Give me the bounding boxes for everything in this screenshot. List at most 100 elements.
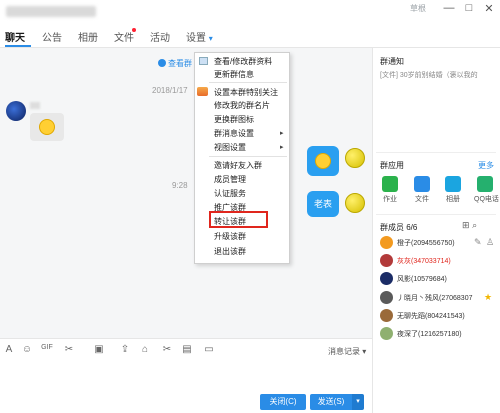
- list-item[interactable]: 丿晓月丶残风(27068307 ★: [380, 291, 495, 305]
- minimize-button[interactable]: —: [440, 2, 458, 14]
- avatar: [380, 327, 393, 340]
- folder-icon: [414, 176, 430, 192]
- menu-item-update-info[interactable]: 更新群信息: [214, 69, 254, 80]
- sender-name: [30, 102, 40, 109]
- list-item[interactable]: 灰灰(347033714): [380, 254, 495, 268]
- avatar: [380, 291, 393, 304]
- title-bar: 草根 — □ ✕: [0, 0, 500, 22]
- member-name: 夜深了(1216257180): [397, 331, 462, 338]
- edit-icon[interactable]: ✎: [474, 237, 482, 248]
- member-name: 橙子(2094556750): [397, 240, 455, 247]
- emoji-picker-icon[interactable]: ☺: [20, 344, 34, 355]
- emoji-icon: [39, 119, 55, 135]
- view-group-link[interactable]: 查看群: [158, 58, 192, 69]
- maximize-button[interactable]: □: [460, 2, 478, 14]
- avatar: [380, 272, 393, 285]
- menu-item-view-settings[interactable]: 视图设置: [214, 142, 246, 153]
- member-name: 无聊先蹈(804241543): [397, 313, 465, 320]
- members-tools: ⊞ ⌕: [462, 220, 477, 231]
- image-icon[interactable]: ▣: [92, 344, 106, 355]
- send-options-icon[interactable]: ▾: [352, 394, 364, 410]
- tab-settings[interactable]: 设置 ▾: [186, 29, 213, 44]
- group-title: [6, 6, 96, 17]
- photo-icon: [445, 176, 461, 192]
- member-name: 风影(10579684): [397, 276, 447, 283]
- list-item[interactable]: 风影(10579684): [380, 272, 495, 286]
- menu-item-special-attention[interactable]: 设置本群特别关注: [214, 87, 278, 98]
- menu-item-message-settings[interactable]: 群消息设置: [214, 128, 254, 139]
- message-bubble: [30, 113, 64, 141]
- close-button[interactable]: 关闭(C): [260, 394, 306, 410]
- app-label: 相册: [446, 196, 460, 203]
- avatar[interactable]: [6, 101, 26, 121]
- menu-divider: [209, 82, 287, 83]
- app-label: 作业: [383, 196, 397, 203]
- submenu-arrow-icon: ▸: [280, 130, 284, 137]
- menu-item-view-edit-profile[interactable]: 查看/修改群资料: [214, 56, 272, 67]
- list-item[interactable]: 无聊先蹈(804241543): [380, 309, 495, 323]
- app-label: 文件: [415, 196, 429, 203]
- message-timestamp: 9:28: [172, 181, 188, 190]
- app-qq-phone[interactable]: QQ电话: [474, 176, 499, 204]
- members-title: 群成员 6/6: [380, 223, 418, 232]
- list-item[interactable]: 橙子(2094556750) ✎ ♙: [380, 236, 495, 250]
- avatar[interactable]: [345, 193, 365, 213]
- group-notice-text[interactable]: [文件] 30岁前别结婚（褒以我的: [380, 70, 478, 80]
- tab-announcement[interactable]: 公告: [42, 29, 62, 44]
- menu-item-verification[interactable]: 认证服务: [214, 188, 246, 199]
- tab-activity[interactable]: 活动: [150, 29, 170, 44]
- active-tab-indicator: [5, 45, 31, 47]
- user-label: 草根: [410, 4, 426, 13]
- message-record-button[interactable]: 消息记录 ▾: [328, 346, 366, 357]
- more-icon[interactable]: ▭: [202, 344, 216, 355]
- tab-album[interactable]: 相册: [78, 29, 98, 44]
- save-icon[interactable]: ▤: [180, 344, 194, 355]
- apps-more-link[interactable]: 更多: [478, 160, 494, 171]
- group-profile-icon: [199, 57, 208, 65]
- member-name: 灰灰(347033714): [397, 258, 451, 265]
- gif-icon[interactable]: GIF: [40, 344, 54, 351]
- owner-star-icon: ★: [484, 292, 493, 302]
- app-homework[interactable]: 作业: [379, 176, 401, 204]
- menu-item-upgrade[interactable]: 升级该群: [214, 231, 246, 242]
- group-apps-title: 群应用: [380, 161, 404, 170]
- menu-item-edit-card[interactable]: 修改我的群名片: [214, 100, 270, 111]
- menu-item-quit[interactable]: 退出该群: [214, 246, 246, 257]
- chevron-down-icon: ▾: [208, 34, 213, 43]
- avatar: [380, 236, 393, 249]
- message-bubble: 老表: [307, 191, 339, 217]
- tab-files[interactable]: 文件: [114, 29, 134, 44]
- message-bubble: [307, 146, 339, 176]
- gift-icon[interactable]: ⌂: [138, 344, 152, 355]
- homework-icon: [382, 176, 398, 192]
- list-item[interactable]: 夜深了(1216257180): [380, 327, 495, 341]
- search-icon[interactable]: ⌕: [472, 220, 477, 230]
- group-notice-title: 群通知: [380, 57, 404, 66]
- menu-item-member-management[interactable]: 成员管理: [214, 174, 246, 185]
- info-icon: [158, 59, 166, 67]
- submenu-arrow-icon: ▸: [280, 144, 284, 151]
- add-member-icon[interactable]: ⊞: [462, 220, 470, 230]
- tab-bar: 聊天 公告 相册 文件 活动 设置 ▾: [0, 26, 500, 48]
- avatar[interactable]: [345, 148, 365, 168]
- font-icon[interactable]: A: [2, 344, 16, 355]
- phone-icon: [477, 176, 493, 192]
- new-file-dot: [132, 28, 136, 32]
- menu-divider: [209, 156, 287, 157]
- emoji-icon: [315, 153, 331, 169]
- view-group-label: 查看群: [168, 59, 192, 68]
- screenshot-icon[interactable]: ✂: [62, 344, 76, 355]
- menu-item-invite-friends[interactable]: 邀请好友入群: [214, 160, 262, 171]
- upload-icon[interactable]: ⇪: [118, 344, 132, 355]
- avatar: [380, 309, 393, 322]
- menu-item-change-icon[interactable]: 更换群图标: [214, 114, 254, 125]
- app-album[interactable]: 相册: [442, 176, 464, 204]
- tab-settings-label: 设置: [186, 33, 206, 44]
- scissors-icon[interactable]: ✂: [160, 344, 174, 355]
- send-button[interactable]: 发送(S): [310, 394, 352, 410]
- avatar: [380, 254, 393, 267]
- close-window-button[interactable]: ✕: [480, 2, 498, 15]
- divider: [376, 214, 496, 215]
- app-files[interactable]: 文件: [411, 176, 433, 204]
- tab-chat[interactable]: 聊天: [5, 29, 25, 44]
